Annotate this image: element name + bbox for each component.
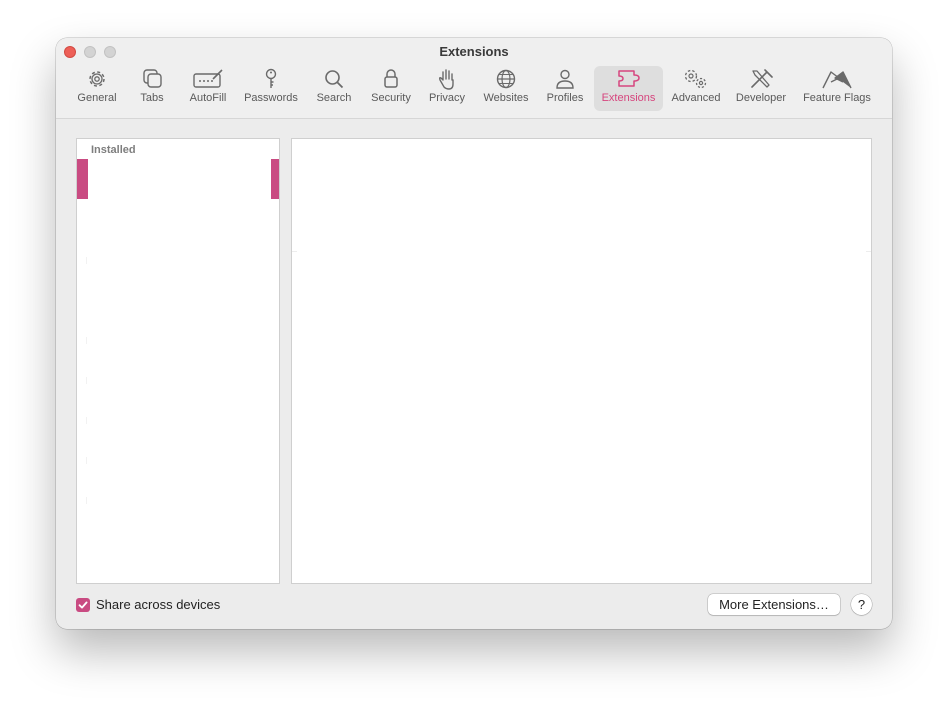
tab-feature-flags[interactable]: Feature Flags [798, 66, 876, 111]
window-title: Extensions [439, 44, 509, 59]
checkmark-icon [78, 601, 88, 609]
list-row-marker [86, 417, 87, 424]
list-row-marker [86, 497, 87, 504]
list-row-marker [86, 257, 87, 264]
tab-developer[interactable]: Developer [732, 66, 790, 111]
gears-icon [684, 69, 707, 89]
globe-icon [496, 69, 516, 89]
tab-tabs[interactable]: Tabs [132, 66, 172, 111]
help-button[interactable]: ? [851, 594, 872, 615]
tabs-icon [143, 69, 162, 88]
gear-icon [89, 71, 105, 87]
tab-label: Privacy [428, 92, 466, 104]
tab-general[interactable]: General [72, 66, 122, 111]
tab-label: Tabs [140, 92, 164, 104]
extensions-list[interactable]: Installed [76, 138, 280, 584]
tab-label: Security [371, 92, 411, 104]
tab-autofill[interactable]: AutoFill [184, 66, 232, 111]
list-row-marker [86, 337, 87, 344]
share-across-devices-label[interactable]: Share across devices [96, 597, 220, 612]
tab-label: General [77, 92, 117, 104]
tools-icon [751, 69, 773, 88]
toolbar: Extensions General Tabs AutoFill Passwor… [56, 38, 892, 119]
flags-icon [822, 71, 852, 89]
settings-window: Extensions General Tabs AutoFill Passwor… [56, 38, 892, 629]
detail-divider-right [866, 251, 871, 252]
selected-row-highlight-right [271, 159, 279, 199]
tab-security[interactable]: Security [366, 66, 416, 111]
detail-divider-left [292, 251, 297, 252]
tab-label: AutoFill [189, 92, 227, 104]
tab-extensions[interactable]: Extensions [594, 66, 663, 111]
tab-profiles[interactable]: Profiles [542, 66, 588, 111]
autofill-icon [193, 69, 223, 88]
search-icon [325, 70, 344, 89]
tab-label: Feature Flags [803, 92, 871, 104]
tab-label: Search [316, 92, 352, 104]
tab-label: Websites [483, 92, 529, 104]
person-icon [556, 69, 574, 89]
tab-websites[interactable]: Websites [480, 66, 532, 111]
tab-label: Advanced [671, 92, 721, 104]
lock-icon [384, 69, 398, 88]
hand-icon [438, 69, 454, 90]
tab-search[interactable]: Search [312, 66, 356, 111]
more-extensions-button[interactable]: More Extensions… [708, 594, 840, 615]
tab-label: Passwords [244, 92, 298, 104]
list-section-header: Installed [91, 144, 136, 156]
tab-label: Developer [735, 92, 787, 104]
extension-detail-pane [291, 138, 872, 584]
share-across-devices-checkbox[interactable] [76, 598, 90, 612]
list-row-marker [86, 377, 87, 384]
key-icon [265, 68, 277, 88]
puzzle-icon [617, 70, 640, 87]
selected-row-highlight[interactable] [77, 159, 88, 199]
list-row-marker [86, 457, 87, 464]
tab-privacy[interactable]: Privacy [424, 66, 470, 111]
tab-advanced[interactable]: Advanced [668, 66, 724, 111]
tab-label: Profiles [546, 92, 584, 104]
tab-label: Extensions [601, 92, 656, 104]
tab-passwords[interactable]: Passwords [240, 66, 302, 111]
